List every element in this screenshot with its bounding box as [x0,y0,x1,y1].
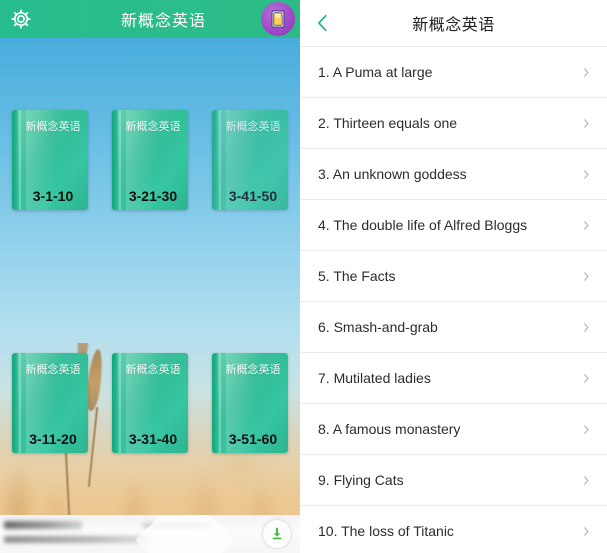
lesson-label: 7. Mutilated ladies [318,370,431,386]
chevron-right-icon [581,320,591,334]
lesson-list-panel: 新概念英语 1. A Puma at large 2. Thirteen equ… [300,0,607,553]
bookshelf-row-1: 新概念英语 3-1-10 新概念英语 3-21-30 新概念英语 3-41-50 [0,110,300,212]
book-title: 新概念英语 [125,363,181,376]
lesson-label: 3. An unknown goddess [318,166,467,182]
chevron-right-icon [581,218,591,232]
lesson-list-title: 新概念英语 [412,15,495,34]
lesson-label: 6. Smash-and-grab [318,319,438,335]
list-item[interactable]: 8. A famous monastery [300,404,607,455]
book-title: 新概念英语 [225,120,281,133]
book-range: 3-1-10 [32,188,74,204]
book-spine [212,110,218,210]
book-range: 3-41-50 [228,188,278,204]
lesson-label: 1. A Puma at large [318,64,433,80]
list-item[interactable]: 1. A Puma at large [300,47,607,98]
book-title: 新概念英语 [125,120,181,133]
chevron-right-icon [581,524,591,538]
lesson-list: 1. A Puma at large 2. Thirteen equals on… [300,47,607,553]
book-cover[interactable]: 新概念英语 3-31-40 [112,353,188,453]
book-cover[interactable]: 新概念英语 3-1-10 [12,110,88,210]
book-cover[interactable]: 新概念英语 3-41-50 [212,110,288,210]
lesson-label: 2. Thirteen equals one [318,115,458,131]
chevron-right-icon [581,167,591,181]
bookshelf-header: 新概念英语 [0,0,300,38]
list-item[interactable]: 3. An unknown goddess [300,149,607,200]
app-root: 新概念英语 新概念英语 3-1-10 新概念英语 3-21-30 新概念英语 3… [0,0,607,553]
player-subtitle-blurred [4,536,149,543]
chevron-right-icon [581,371,591,385]
list-item[interactable]: 7. Mutilated ladies [300,353,607,404]
gear-icon[interactable] [9,7,33,31]
player-bar[interactable] [0,515,300,553]
book-spine [12,353,18,453]
book-cover[interactable]: 新概念英语 3-51-60 [212,353,288,453]
lesson-label: 5. The Facts [318,268,396,284]
lesson-list-header: 新概念英语 [300,0,607,47]
lesson-label: 8. A famous monastery [318,421,461,437]
bookshelf-panel: 新概念英语 新概念英语 3-1-10 新概念英语 3-21-30 新概念英语 3… [0,0,300,553]
book-range: 3-31-40 [128,431,178,447]
book-title: 新概念英语 [25,120,81,133]
chevron-right-icon [581,65,591,79]
lesson-label: 9. Flying Cats [318,472,404,488]
book-title: 新概念英语 [225,363,281,376]
bookshelf-row-2: 新概念英语 3-11-20 新概念英语 3-31-40 新概念英语 3-51-6… [0,353,300,455]
book-range: 3-51-60 [228,431,278,447]
chevron-right-icon [581,473,591,487]
player-meta-blurred [142,523,214,528]
book-badge-icon[interactable] [261,2,295,36]
book-cover[interactable]: 新概念英语 3-11-20 [12,353,88,453]
book-cover[interactable]: 新概念英语 3-21-30 [112,110,188,210]
chevron-right-icon [581,116,591,130]
list-item[interactable]: 4. The double life of Alfred Bloggs [300,200,607,251]
book-spine [212,353,218,453]
book-range: 3-21-30 [128,188,178,204]
chevron-right-icon [581,422,591,436]
book-spine [112,353,118,453]
lesson-label: 4. The double life of Alfred Bloggs [318,217,528,233]
list-item[interactable]: 10. The loss of Titanic [300,506,607,553]
list-item[interactable]: 9. Flying Cats [300,455,607,506]
chevron-right-icon [581,269,591,283]
back-chevron-icon[interactable] [306,6,340,40]
player-track-title-blurred [4,521,82,529]
book-range: 3-11-20 [29,431,77,447]
bookshelf-title: 新概念英语 [120,11,206,30]
list-item[interactable]: 2. Thirteen equals one [300,98,607,149]
book-title: 新概念英语 [25,363,81,376]
lesson-label: 10. The loss of Titanic [318,523,454,539]
download-icon[interactable] [262,519,292,549]
book-spine [12,110,18,210]
book-spine [112,110,118,210]
list-item[interactable]: 5. The Facts [300,251,607,302]
list-item[interactable]: 6. Smash-and-grab [300,302,607,353]
